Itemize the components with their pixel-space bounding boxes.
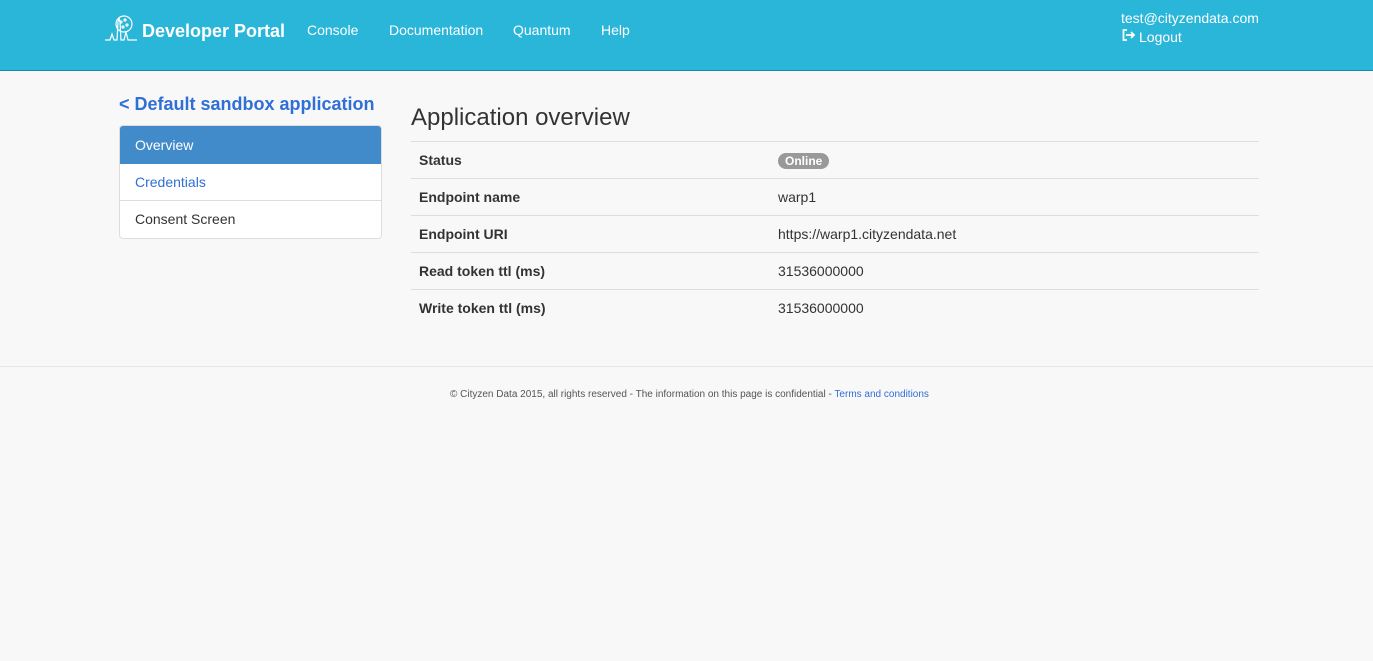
top-navbar: Developer Portal Console Documentation Q… — [0, 0, 1373, 71]
row-value: Online — [770, 141, 1259, 179]
row-label: Endpoint URI — [411, 215, 770, 253]
row-label: Write token ttl (ms) — [411, 289, 770, 327]
brand-logo-icon — [104, 14, 138, 49]
logout-label: Logout — [1139, 29, 1182, 45]
row-value: https://warp1.cityzendata.net — [770, 215, 1259, 253]
table-row: Endpoint name warp1 — [411, 178, 1259, 216]
table-row: Status Online — [411, 141, 1259, 179]
row-value: 31536000000 — [770, 252, 1259, 290]
footer-divider — [0, 366, 1373, 367]
footer: © Cityzen Data 2015, all rights reserved… — [450, 389, 929, 400]
brand-title: Developer Portal — [142, 20, 286, 41]
table-row: Endpoint URI https://warp1.cityzendata.n… — [411, 215, 1259, 253]
nav-documentation[interactable]: Documentation — [389, 22, 483, 38]
user-block: test@cityzendata.com Logout — [1121, 9, 1259, 46]
terms-and-conditions-link[interactable]: Terms and conditions — [834, 389, 929, 400]
page-title: Application overview — [411, 104, 630, 131]
sidebar-item-overview[interactable]: Overview — [120, 126, 381, 164]
row-label: Endpoint name — [411, 178, 770, 216]
sidebar-item-consent-screen[interactable]: Consent Screen — [120, 201, 381, 238]
row-value: warp1 — [770, 178, 1259, 216]
row-label: Status — [411, 141, 770, 179]
application-info-table: Status Online Endpoint name warp1 Endpoi… — [411, 141, 1259, 327]
nav-console[interactable]: Console — [307, 22, 358, 38]
table-row: Read token ttl (ms) 31536000000 — [411, 252, 1259, 290]
nav-help[interactable]: Help — [601, 22, 630, 38]
status-badge: Online — [778, 152, 830, 169]
user-email: test@cityzendata.com — [1121, 10, 1259, 26]
logout-link[interactable]: Logout — [1121, 28, 1259, 46]
sidebar-item-credentials[interactable]: Credentials — [120, 164, 381, 201]
back-to-application-link[interactable]: < Default sandbox application — [119, 94, 375, 115]
logout-icon — [1121, 28, 1136, 46]
table-row: Write token ttl (ms) 31536000000 — [411, 289, 1259, 327]
footer-text: © Cityzen Data 2015, all rights reserved… — [450, 389, 835, 400]
sidebar-menu: Overview Credentials Consent Screen — [119, 125, 382, 239]
row-label: Read token ttl (ms) — [411, 252, 770, 290]
brand-link[interactable]: Developer Portal — [104, 14, 286, 49]
row-value: 31536000000 — [770, 289, 1259, 327]
nav-quantum[interactable]: Quantum — [513, 22, 571, 38]
